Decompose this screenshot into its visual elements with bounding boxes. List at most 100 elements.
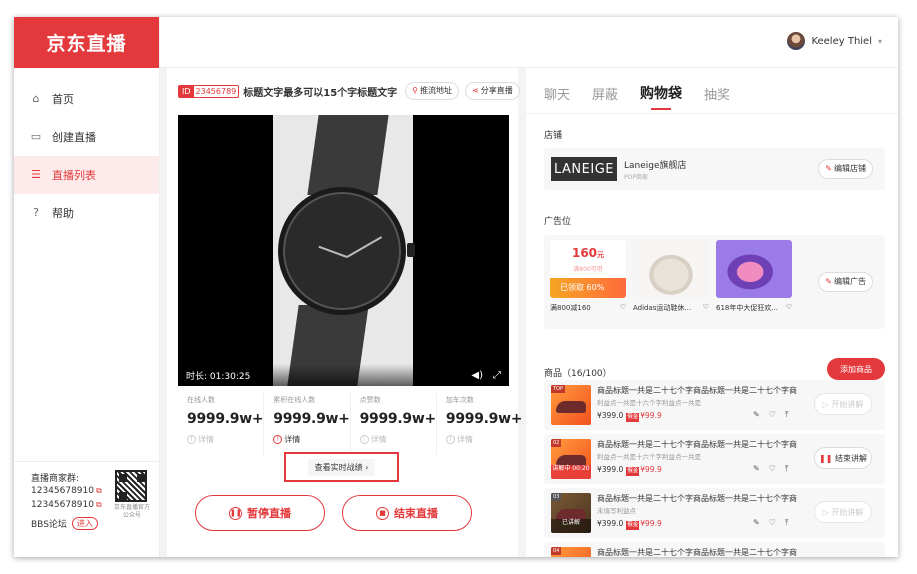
edit-shop-label: 编辑店铺 [834,164,866,173]
end-live-button[interactable]: ■ 结束直播 [342,495,472,531]
edit-ad-button[interactable]: ✎ 编辑广告 [818,272,873,292]
price-badge: 俄金 [626,467,640,476]
pencil-icon: ✎ [825,277,832,286]
live-id-badge: ID 23456789 [178,84,240,98]
video-camera-icon: ▭ [30,130,42,143]
copy-icon[interactable]: ⧉ [96,486,102,496]
goods-title: 商品标题一共是二十七个字商品标题一共是二十七个字商品... [597,494,797,503]
volume-icon[interactable]: ◀) [471,370,483,381]
tab-chat[interactable]: 聊天 [544,84,570,113]
pencil-icon: ✎ [825,164,832,173]
red-price: ¥99.9 [640,411,662,420]
pause-icon: ❚❚ [229,506,242,520]
share-live-button[interactable]: ⋖ 分享直播 [465,82,520,100]
play-icon: ▷ [822,507,829,517]
live-video-player[interactable]: 时长: 01:30:25 ◀) ⤢ [178,115,509,386]
tab-block[interactable]: 屏蔽 [592,84,618,113]
info-icon: ! [445,435,455,444]
ad-caption: Adidas运动鞋休... ♡ [633,303,709,313]
ad-coupon[interactable]: 160元 满800可用 已领取 60% 满800减160 ♡ [550,240,626,314]
thumbs-up-icon[interactable]: ♡ [620,303,626,313]
duration-label: 时长: [186,371,208,382]
jd-live-logo[interactable]: 京东直播 [14,17,159,68]
help-icon: ? [33,206,39,219]
edit-icon[interactable]: ✎ [753,518,769,527]
edit-shop-button[interactable]: ✎ 编辑店铺 [818,159,873,179]
add-goods-button[interactable]: 添加商品 [827,358,885,380]
ad-caption-text: 618年中大促狂欢... [716,304,779,312]
stat-detail-link[interactable]: ! 详情 [273,434,300,446]
sidebar-item-live-list[interactable]: ☰ 直播列表 [14,156,159,194]
stat-value: 9999.9w+ [359,411,437,427]
user-menu[interactable]: Keeley Thiel ▾ [787,32,882,50]
info-icon: ! [273,435,283,444]
stat-online: 在线人数 9999.9w+ ! 详情 [178,393,265,455]
shop-section-title: 店铺 [544,131,563,141]
shoe-shape [556,401,586,413]
pin-top-icon[interactable]: ⤒ [785,410,798,419]
live-panel: ID 23456789 标题文字最多可以15个字标题文字 ⚲ 推流地址 ⋖ 分享直播… [167,68,522,557]
goods-image: 02 讲解中 00:20 [551,439,591,479]
sidebar-item-create-live[interactable]: ▭ 创建直播 [14,118,159,156]
sidebar-item-help[interactable]: ? 帮助 [14,194,159,232]
realtime-results-label: 查看实时战绩 › [307,458,376,476]
sidebar-item-label: 创建直播 [52,131,96,144]
ad-image [716,240,792,298]
id-label: ID [179,85,194,97]
stop-icon: ■ [376,506,389,520]
fullscreen-icon[interactable]: ⤢ [493,370,501,381]
qr-code [115,470,147,502]
thumbs-up-icon[interactable]: ♡ [703,303,709,313]
coupon-condition: 满800可用 [573,266,603,273]
goods-image: TOP [551,385,591,425]
pause-live-button[interactable]: ❚❚ 暂停直播 [195,495,325,531]
stat-detail-link[interactable]: ! 详情 [445,434,473,446]
push-url-button[interactable]: ⚲ 推流地址 [405,82,460,100]
stat-label: 在线人数 [187,396,215,404]
ad-section-title: 广告位 [544,217,572,227]
thumbs-up-icon[interactable]: ♡ [769,410,785,419]
detail-label: 详情 [370,435,387,444]
user-name: Keeley Thiel [811,35,872,47]
thumbs-up-icon[interactable]: ♡ [769,464,785,473]
share-icon: ⋖ [472,86,479,95]
video-controls: 时长: 01:30:25 ◀) ⤢ [178,364,509,386]
live-stats: 在线人数 9999.9w+ ! 详情 累积在线人数 9999.9w+ ! 详情 点赞… [178,393,522,455]
merchant-group-info: 直播商家群: 12345678910 ⧉ 12345678910 ⧉ BBS论坛… [14,461,160,557]
bbs-enter-button[interactable]: 进入 [71,516,98,530]
thumbs-up-icon[interactable]: ♡ [769,518,785,527]
watch-hand [346,236,383,258]
copy-icon[interactable]: ⧉ [96,500,102,510]
goods-actions: ✎♡⤒ [753,464,797,474]
sidebar-item-label: 首页 [52,93,74,106]
tab-shopping-bag[interactable]: 购物袋 [640,83,682,113]
ad-shoe-purple[interactable]: 618年中大促狂欢... ♡ [716,240,792,314]
pin-top-icon[interactable]: ⤒ [785,518,798,527]
qr-caption: 京东直播官方公众号 [113,504,150,519]
edit-icon[interactable]: ✎ [753,410,769,419]
goods-rank-tag: 04 [551,547,562,555]
duration-display: 时长: 01:30:25 [186,369,461,382]
pin-top-icon[interactable]: ⤒ [785,464,798,473]
start-explain-button[interactable]: ▷ 开始讲解 [814,501,872,523]
thumbs-up-icon[interactable]: ♡ [786,303,792,313]
start-explain-button[interactable]: ▷ 开始讲解 [814,393,872,415]
goods-benefit: 利益点一共是十六个字利益点一共是 [597,399,701,407]
coupon-value: 160 [571,246,598,260]
tab-lottery[interactable]: 抽奖 [704,84,730,113]
stat-value: 9999.9w+ [187,411,264,427]
end-explain-button[interactable]: ❚❚ 结束讲解 [814,447,872,469]
stat-detail-link[interactable]: ! 详情 [359,434,387,446]
ad-shoe-white[interactable]: Adidas运动鞋休... ♡ [633,240,709,314]
goods-benefit: 利益点一共是十六个字利益点一共是 [597,453,701,461]
stat-label: 加车次数 [445,396,474,404]
ad-caption: 满800减160 ♡ [550,303,626,313]
detail-label: 详情 [456,435,473,444]
edit-icon[interactable]: ✎ [753,464,769,473]
ad-image [633,240,709,298]
stat-label: 累积在线人数 [273,396,316,404]
realtime-results-button[interactable]: 查看实时战绩 › [284,452,399,482]
sidebar-item-home[interactable]: ⌂ 首页 [14,80,159,118]
goods-actions: ✎♡⤒ [753,410,797,420]
stat-detail-link[interactable]: ! 详情 [187,434,214,446]
